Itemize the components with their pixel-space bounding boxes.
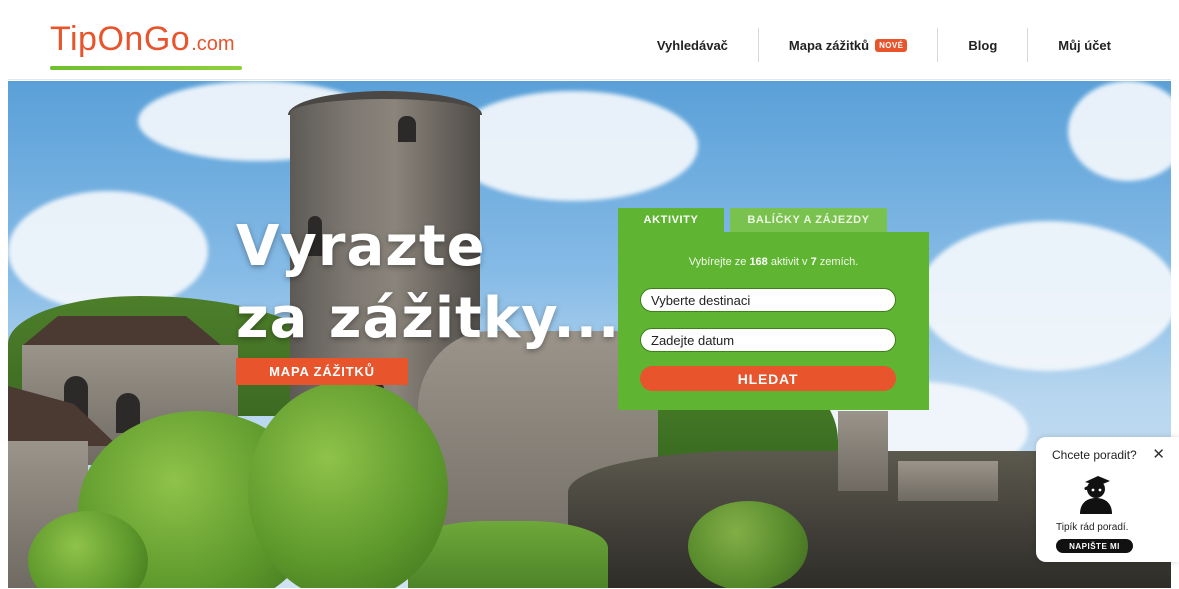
summary-text: Vybírejte ze (688, 256, 747, 268)
logo-underline (50, 66, 242, 70)
cloud (918, 221, 1171, 371)
headline-line: Vyrazte (236, 214, 486, 279)
nav-item-label: Vyhledávač (656, 37, 728, 53)
summary-text: aktivit v (770, 256, 808, 268)
destination-placeholder: Vyberte destinaci (651, 292, 751, 308)
nav-item-account[interactable]: Můj účet (1028, 28, 1141, 62)
chat-widget: Chcete poradit? ✕ Tipík rád poradí. NAPI… (1036, 437, 1179, 562)
main-nav: Vyhledávač Mapa zážitků NOVÉ Blog Můj úč… (627, 28, 1141, 62)
chat-text: Tipík rád poradí. (1056, 522, 1129, 533)
headline-line: za zážitky... (236, 286, 621, 351)
tree (248, 381, 448, 588)
country-count: 7 (810, 256, 817, 268)
hero-headline: Vyrazte za zážitky... (236, 211, 620, 355)
nav-item-label: Blog (968, 37, 998, 53)
ruin-wall (838, 411, 888, 491)
activity-count: 168 (749, 256, 768, 268)
cloud (448, 91, 698, 201)
search-summary: Vybírejte ze 168 aktivit v 7 zemích. (618, 256, 929, 268)
summary-text: zemích. (819, 256, 859, 268)
new-badge: NOVÉ (875, 38, 908, 52)
cloud (1068, 81, 1171, 181)
tree (688, 501, 808, 588)
nav-item-label: Můj účet (1058, 37, 1111, 53)
nav-item-label: Mapa zážitků (788, 37, 870, 53)
tab-activities[interactable]: AKTIVITY (618, 208, 724, 232)
site-header: TipOnGo .com Vyhledávač Mapa zážitků NOV… (8, 8, 1171, 80)
nav-item-experience-map[interactable]: Mapa zážitků NOVÉ (759, 28, 937, 62)
logo-text: TipOnGo (50, 20, 191, 58)
tower-window (398, 116, 416, 142)
write-us-button[interactable]: NAPIŠTE MI (1056, 539, 1133, 553)
chat-title: Chcete poradit? (1052, 448, 1137, 462)
experience-map-button[interactable]: MAPA ZÁŽITKŮ (236, 358, 408, 385)
search-panel: Vybírejte ze 168 aktivit v 7 zemích. Vyb… (618, 232, 929, 410)
advisor-avatar-icon (1080, 476, 1112, 514)
cloud (8, 191, 208, 311)
hero-banner: Vyrazte za zážitky... MAPA ZÁŽITKŮ AKTIV… (8, 81, 1171, 588)
logo-suffix: .com (191, 33, 235, 55)
tab-packages[interactable]: BALÍČKY A ZÁJEZDY (730, 208, 887, 232)
close-icon[interactable]: ✕ (1152, 445, 1165, 463)
search-tabs: AKTIVITY BALÍČKY A ZÁJEZDY (618, 208, 887, 232)
site-logo[interactable]: TipOnGo .com (50, 20, 242, 70)
date-field[interactable]: Zadejte datum (640, 328, 896, 352)
date-placeholder: Zadejte datum (651, 332, 735, 348)
nav-item-search[interactable]: Vyhledávač (627, 28, 758, 62)
destination-field[interactable]: Vyberte destinaci (640, 288, 896, 312)
search-button[interactable]: HLEDAT (640, 366, 896, 391)
ruin-wall (898, 461, 998, 501)
nav-item-blog[interactable]: Blog (938, 28, 1027, 62)
